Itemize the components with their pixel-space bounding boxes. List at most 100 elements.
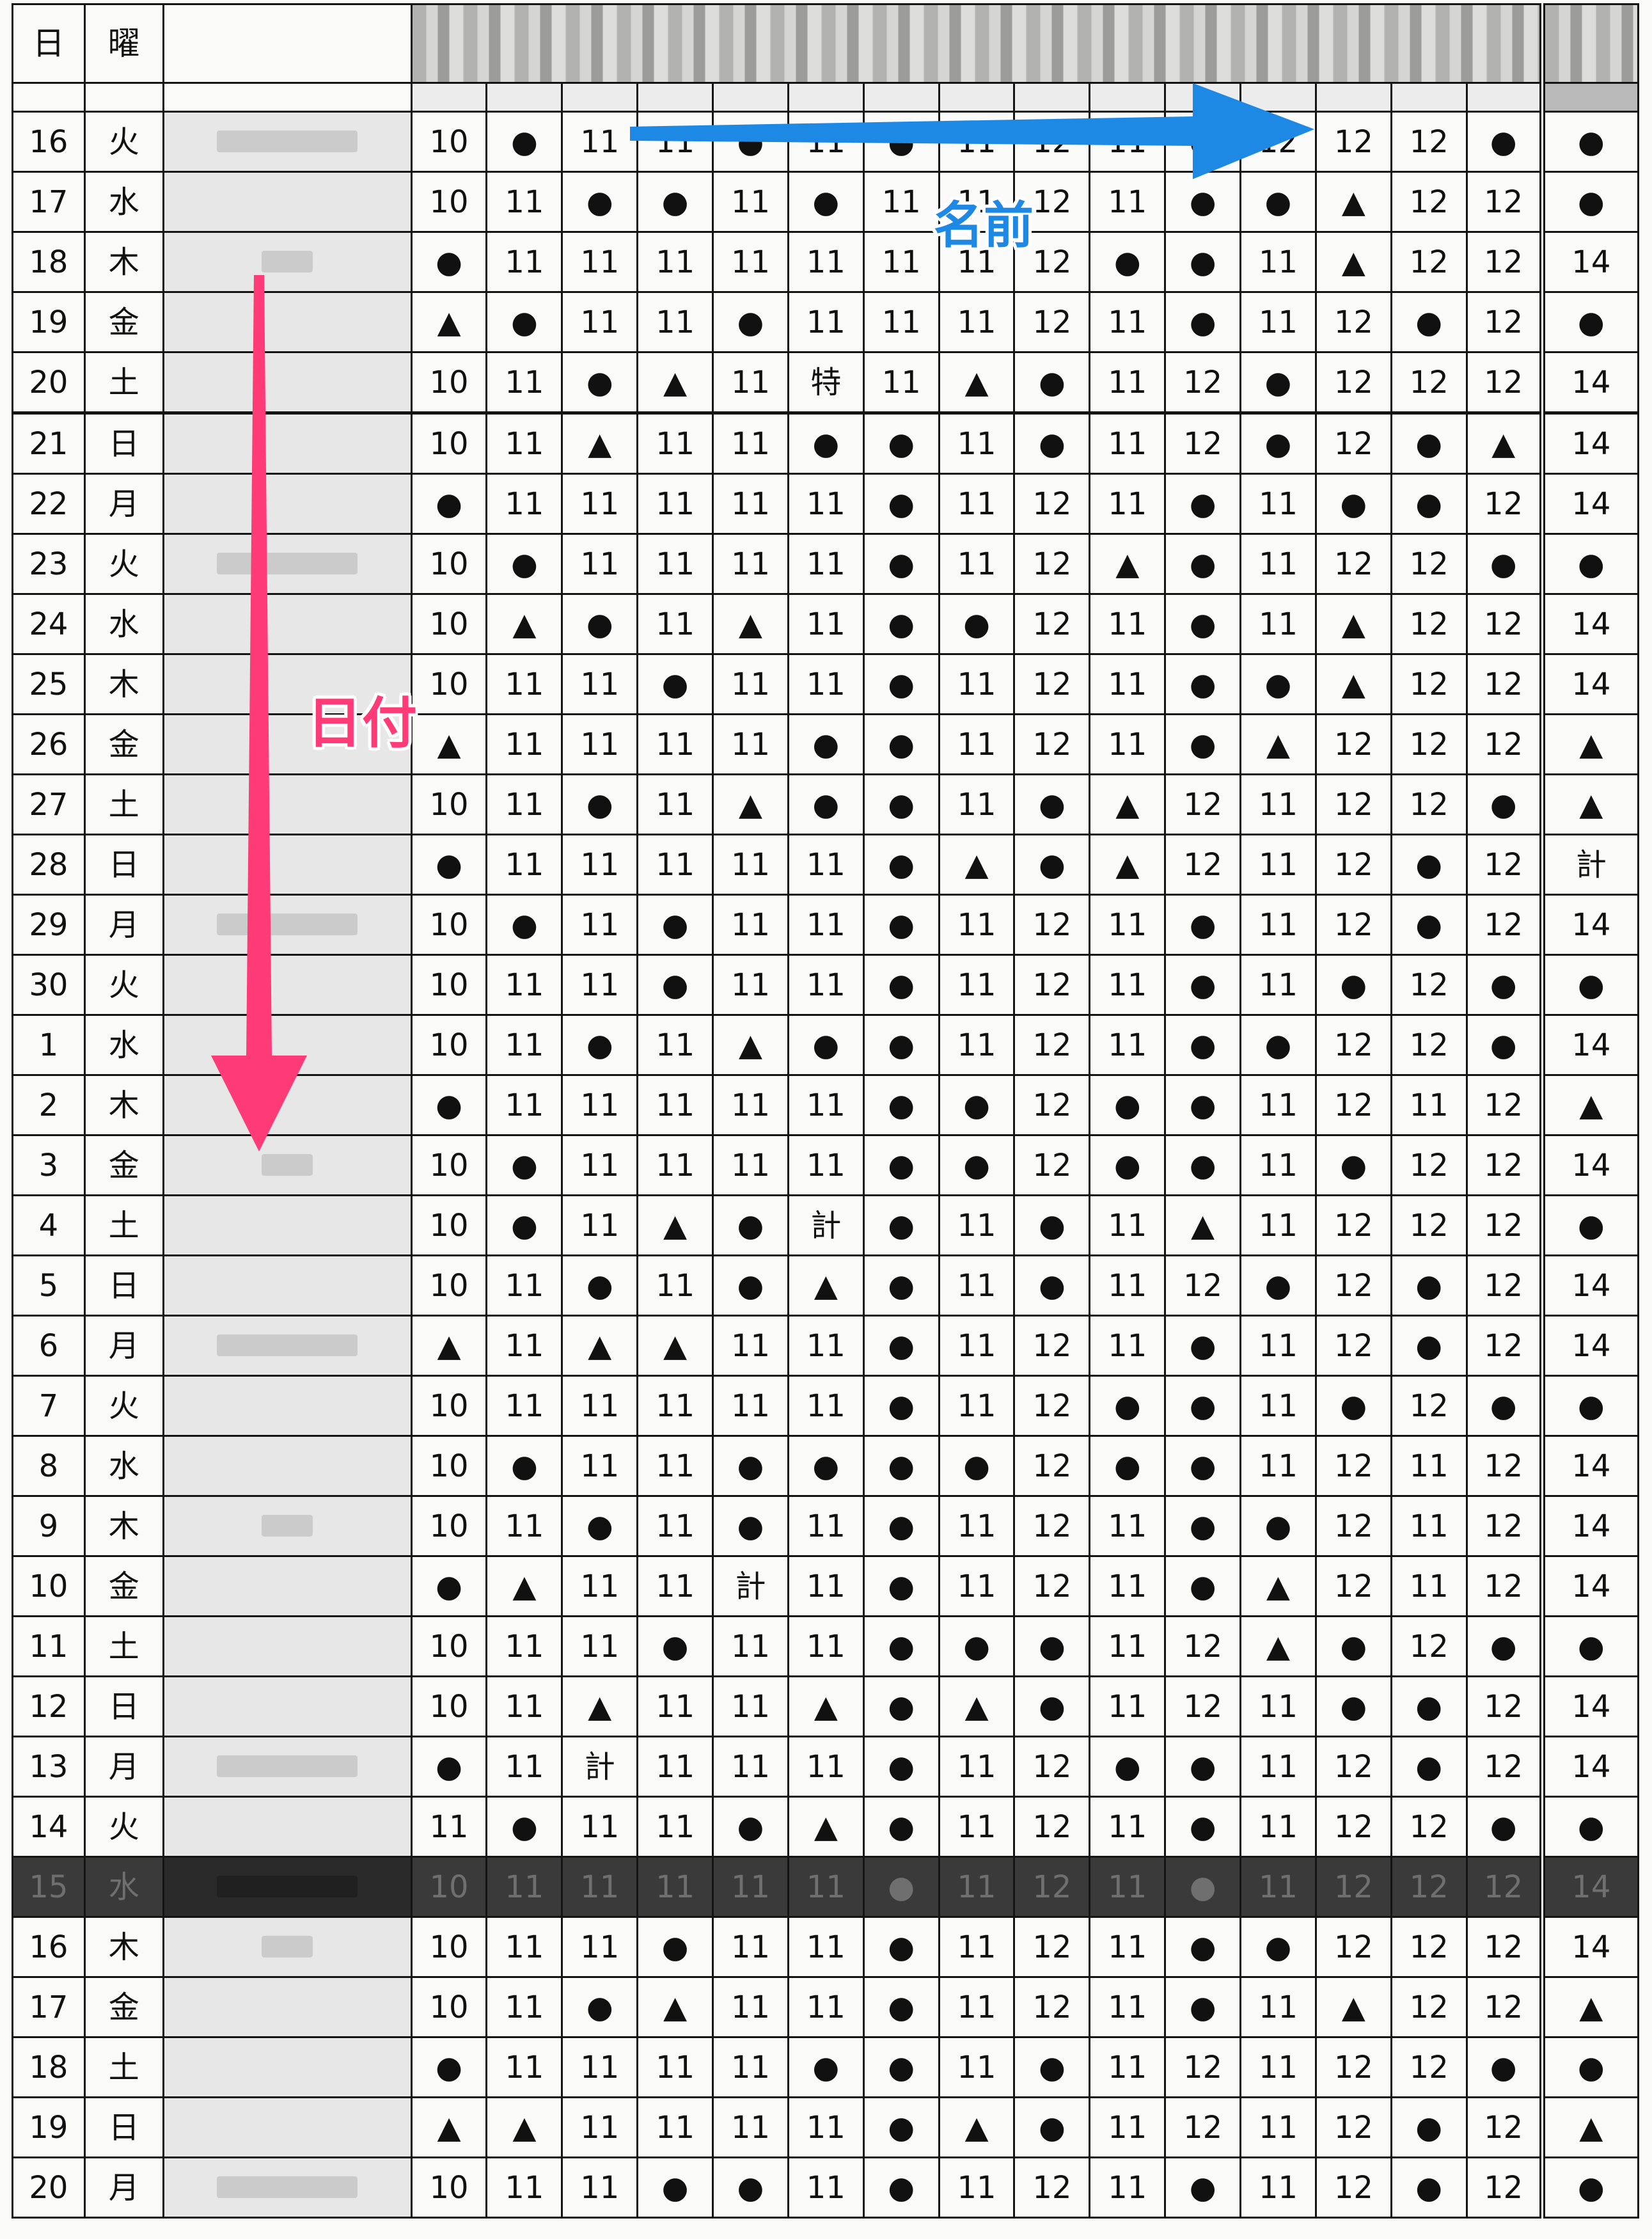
blurred-name-cell [162, 1375, 413, 1437]
shift-cell: 11 [561, 2096, 639, 2158]
shift-cell: 11 [561, 1916, 639, 1978]
weekday-cell: 日 [83, 1675, 164, 1737]
blurred-name-cell [162, 111, 413, 173]
blurred-name-cell [162, 1495, 413, 1557]
blurred-name-cell [162, 1856, 413, 1918]
shift-cell: 11 [485, 1315, 563, 1377]
date-cell: 19 [12, 2096, 86, 2158]
shift-cell: 11 [712, 1736, 789, 1798]
triangle-mark-cell: ▲ [636, 1315, 714, 1377]
table-row: 4 土 10 ● 11 ▲ ● 計 ● 11 ● 11 ▲ 11 12 12 12 ● [12, 1194, 1640, 1256]
circle-mark-cell: ● [1239, 1014, 1317, 1076]
date-cell: 25 [12, 653, 86, 715]
shift-cell: 10 [410, 1675, 488, 1737]
triangle-mark-cell: ▲ [938, 351, 1016, 414]
weekday-cell: 金 [83, 1134, 164, 1196]
shift-cell: 12 [1013, 1014, 1091, 1076]
shift-cell: 11 [1239, 773, 1317, 835]
triangle-mark-cell: ▲ [1239, 1615, 1317, 1677]
shift-cell: 11 [636, 1495, 714, 1557]
shift-cell: 12 [1013, 533, 1091, 595]
shift-cell: 11 [1390, 1495, 1468, 1557]
shift-cell: 11 [1089, 1254, 1167, 1317]
shift-cell: 12 [1314, 1796, 1392, 1858]
shift-cell: 12 [1390, 1796, 1468, 1858]
shift-cell: 11 [712, 2096, 789, 2158]
shift-cell: 10 [410, 894, 488, 956]
circle-mark-cell: ● [1164, 1435, 1242, 1497]
shift-cell: 12 [1390, 1375, 1468, 1437]
shift-cell: 11 [787, 894, 865, 956]
triangle-mark-cell: ▲ [485, 593, 563, 655]
shift-cell: 12 [1013, 894, 1091, 956]
shift-cell: 11 [938, 1495, 1016, 1557]
shift-cell: 11 [712, 1916, 789, 1978]
circle-mark-cell: ● [561, 171, 639, 233]
circle-mark-cell: ● [712, 1796, 789, 1858]
shift-cell: 12 [1314, 894, 1392, 956]
circle-mark-cell: ● [1239, 1495, 1317, 1557]
shift-cell: 12 [1390, 171, 1468, 233]
shift-cell: 12 [1465, 1555, 1543, 1617]
date-cell: 8 [12, 1435, 86, 1497]
shift-cell: 11 [485, 1856, 563, 1918]
blurred-name-cell [162, 1315, 413, 1377]
shift-cell: 12 [1164, 1675, 1242, 1737]
total-column-cell: ● [1539, 171, 1640, 233]
shift-cell: 11 [1239, 473, 1317, 535]
shift-cell: 11 [938, 954, 1016, 1016]
circle-mark-cell: ● [1390, 2096, 1468, 2158]
shift-cell: 11 [485, 1495, 563, 1557]
total-column-cell: 14 [1539, 653, 1640, 715]
shift-cell: 12 [1390, 111, 1468, 173]
shift-cell: 10 [410, 653, 488, 715]
redaction-blur [262, 250, 313, 273]
shift-cell: 11 [561, 653, 639, 715]
blurred-name-cell [162, 1796, 413, 1858]
shift-cell: 11 [1239, 1856, 1317, 1918]
triangle-mark-cell: ▲ [410, 1315, 488, 1377]
circle-mark-cell: ● [1164, 473, 1242, 535]
shift-cell: 11 [1239, 1435, 1317, 1497]
shift-cell: 11 [636, 1856, 714, 1918]
shift-cell: 11 [787, 2156, 865, 2219]
date-cell: 14 [12, 1796, 86, 1858]
shift-cell: 11 [410, 1796, 488, 1858]
shift-cell: 11 [787, 954, 865, 1016]
circle-mark-cell: ● [1314, 1615, 1392, 1677]
blurred-name-cell [162, 2036, 413, 2098]
circle-mark-cell: ● [712, 1194, 789, 1256]
shift-cell: 11 [938, 1014, 1016, 1076]
total-column-cell: 14 [1539, 1134, 1640, 1196]
date-cell: 4 [12, 1194, 86, 1256]
weekday-cell: 日 [83, 1254, 164, 1317]
weekday-cell: 木 [83, 1495, 164, 1557]
subheader-staff-cell [485, 82, 563, 113]
shift-cell: 11 [485, 1074, 563, 1136]
shift-cell: 11 [636, 473, 714, 535]
shift-cell: 11 [1089, 1315, 1167, 1377]
total-column-cell: 14 [1539, 1435, 1640, 1497]
circle-mark-cell: ● [1465, 533, 1543, 595]
weekday-cell: 金 [83, 291, 164, 353]
triangle-mark-cell: ▲ [1314, 231, 1392, 293]
shift-cell: 12 [1013, 1315, 1091, 1377]
total-column-cell: 14 [1539, 1675, 1640, 1737]
total-column-cell: 14 [1539, 231, 1640, 293]
triangle-mark-cell: ▲ [787, 1675, 865, 1737]
shift-cell: 10 [410, 1615, 488, 1677]
circle-mark-cell: ● [410, 1074, 488, 1136]
shift-cell: 11 [1239, 1315, 1317, 1377]
shift-cell: 11 [862, 351, 940, 414]
circle-mark-cell: ● [862, 1736, 940, 1798]
shift-cell: 11 [1089, 713, 1167, 775]
shift-cell: 11 [1089, 291, 1167, 353]
shift-cell: 12 [1013, 2156, 1091, 2219]
shift-cell: 12 [1390, 773, 1468, 835]
circle-mark-cell: ● [1013, 2096, 1091, 2158]
date-column-header: 日 [12, 3, 86, 84]
shift-cell: 12 [1465, 1315, 1543, 1377]
circle-mark-cell: ● [862, 894, 940, 956]
date-cell: 1 [12, 1014, 86, 1076]
shift-cell: 11 [561, 713, 639, 775]
